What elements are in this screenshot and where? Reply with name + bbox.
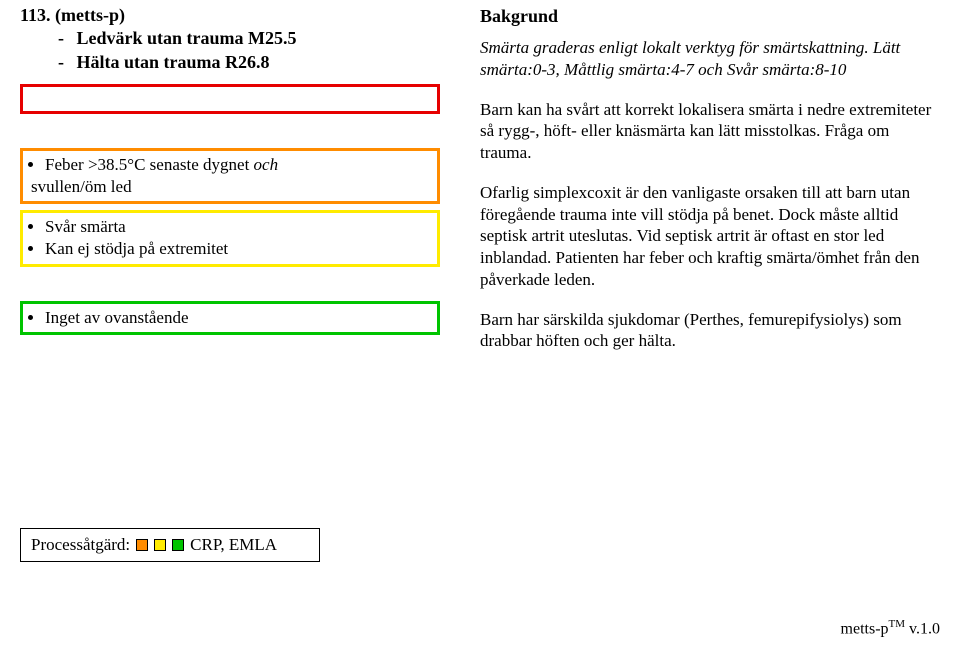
triage-green-list: Inget av ovanstående: [31, 307, 429, 329]
dash: -: [58, 27, 72, 50]
triage-yellow-box: Svår smärta Kan ej stödja på extremitet: [20, 210, 440, 266]
background-p1: Smärta graderas enligt lokalt verktyg fö…: [480, 37, 940, 81]
triage-yellow-item2: Kan ej stödja på extremitet: [45, 238, 429, 260]
process-value: CRP, EMLA: [190, 535, 277, 555]
process-action-box: Processåtgärd: CRP, EMLA: [20, 528, 320, 562]
header-title: 113. (metts-p): [20, 4, 440, 27]
footer-text-b: v.1.0: [905, 620, 940, 637]
header-code: 113.: [20, 5, 51, 25]
triage-red-box: [20, 84, 440, 114]
triage-green-box: Inget av ovanstående: [20, 301, 440, 335]
right-column: Bakgrund Smärta graderas enligt lokalt v…: [480, 4, 940, 370]
header-sub2-text: Hälta utan trauma R26.8: [77, 52, 270, 72]
left-column: 113. (metts-p) - Ledvärk utan trauma M25…: [20, 4, 440, 370]
triage-orange-box: Feber >38.5°C senaste dygnet och svullen…: [20, 148, 440, 204]
background-p4: Barn har särskilda sjukdomar (Perthes, f…: [480, 309, 940, 353]
footer-version: metts-pTM v.1.0: [841, 618, 940, 638]
swatch-yellow-icon: [154, 539, 166, 551]
triage-orange-list: Feber >38.5°C senaste dygnet och: [31, 154, 429, 176]
dash: -: [58, 51, 72, 74]
swatch-orange-icon: [136, 539, 148, 551]
header-sub1-text: Ledvärk utan trauma M25.5: [77, 28, 297, 48]
process-label: Processåtgärd:: [31, 535, 130, 555]
triage-orange-item: Feber >38.5°C senaste dygnet och: [45, 154, 429, 176]
triage-orange-item1a: Feber >38.5°C senaste dygnet: [45, 155, 254, 174]
triage-orange-item1b: och: [254, 155, 279, 174]
footer-tm: TM: [889, 618, 906, 630]
background-heading: Bakgrund: [480, 6, 940, 27]
swatch-green-icon: [172, 539, 184, 551]
two-column-layout: 113. (metts-p) - Ledvärk utan trauma M25…: [20, 4, 940, 370]
background-p2: Barn kan ha svårt att korrekt lokalisera…: [480, 99, 940, 164]
background-p3: Ofarlig simplexcoxit är den vanligaste o…: [480, 182, 940, 291]
page: 113. (metts-p) - Ledvärk utan trauma M25…: [0, 0, 960, 370]
triage-orange-item2: svullen/öm led: [31, 176, 429, 198]
header-subline-2: - Hälta utan trauma R26.8: [58, 51, 440, 74]
triage-green-item1: Inget av ovanstående: [45, 307, 429, 329]
footer-text-a: metts-p: [841, 620, 889, 637]
triage-yellow-list: Svår smärta Kan ej stödja på extremitet: [31, 216, 429, 260]
triage-yellow-item1: Svår smärta: [45, 216, 429, 238]
header-subline-1: - Ledvärk utan trauma M25.5: [58, 27, 440, 50]
header-name: (metts-p): [55, 5, 125, 25]
